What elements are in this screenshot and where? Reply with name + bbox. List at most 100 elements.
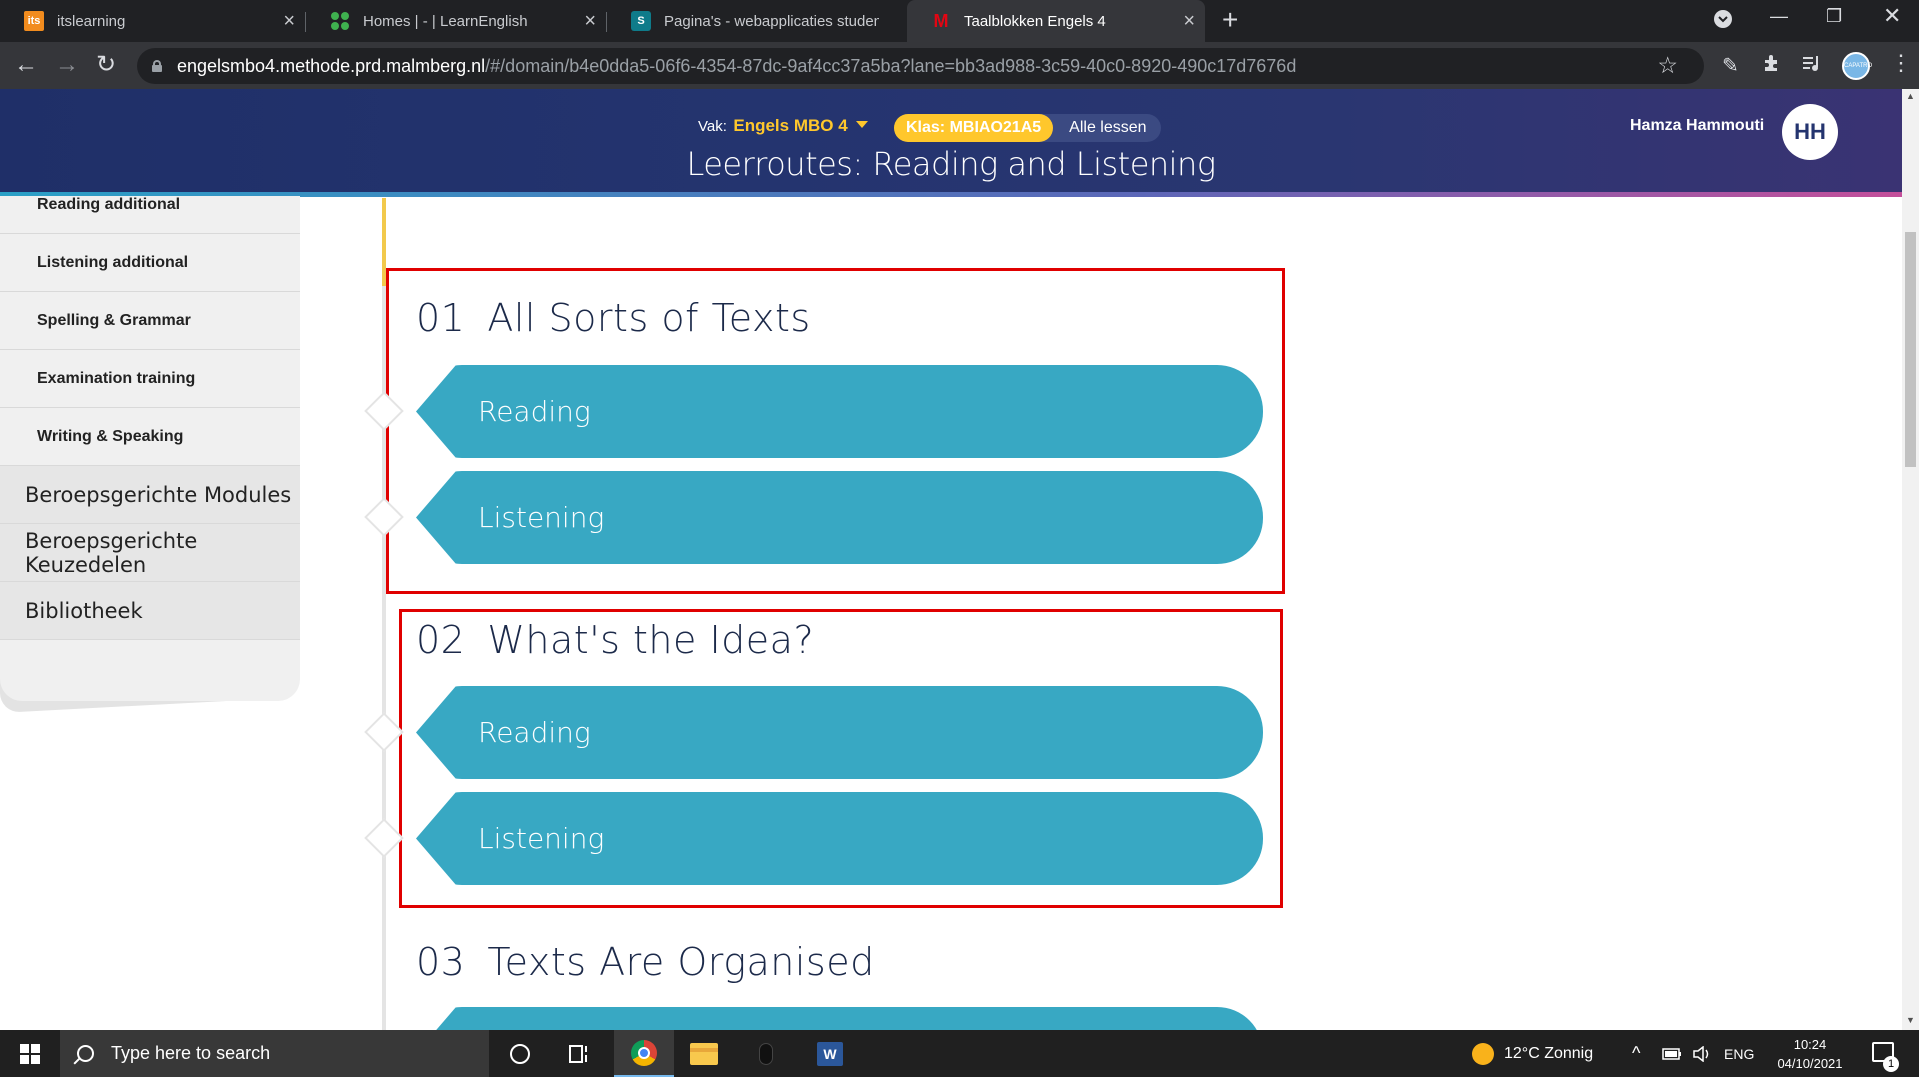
pill-label: Listening bbox=[478, 822, 605, 855]
sidebar-item-beroepsgerichte-keuzedelen[interactable]: Beroepsgerichte Keuzedelen bbox=[0, 524, 300, 582]
malmberg-icon: M bbox=[933, 10, 949, 31]
system-clock[interactable]: 10:24 04/10/2021 bbox=[1770, 1035, 1850, 1073]
browser-tab-learnenglish[interactable]: Homes | - | LearnEnglish × bbox=[306, 0, 606, 42]
lock-icon[interactable] bbox=[152, 60, 162, 72]
sharepoint-icon: S bbox=[631, 11, 651, 31]
sun-icon bbox=[1472, 1042, 1494, 1065]
clock-date: 04/10/2021 bbox=[1777, 1056, 1843, 1071]
forward-arrow-icon[interactable]: → bbox=[55, 51, 79, 79]
tab-title: Taalblokken Engels 4 bbox=[964, 12, 1106, 30]
word-icon: W bbox=[817, 1041, 843, 1066]
app-header: Vak: Engels MBO 4 Klas: MBIAO21A5 Alle l… bbox=[0, 89, 1902, 196]
browser-tab-sharepoint[interactable]: S Pagina's - webapplicaties student bbox=[607, 0, 907, 42]
taskbar-file-explorer[interactable] bbox=[674, 1030, 734, 1077]
pill-label: Listening bbox=[478, 501, 605, 534]
timeline-diamond bbox=[364, 818, 404, 858]
section-title: 01 All Sorts of Texts bbox=[416, 296, 811, 340]
sidebar-item-bibliotheek[interactable]: Bibliotheek bbox=[0, 582, 300, 640]
address-bar[interactable]: engelsmbo4.methode.prd.malmberg.nl /#/do… bbox=[137, 48, 1704, 84]
page-scrollbar[interactable] bbox=[1902, 89, 1919, 1030]
back-arrow-icon[interactable]: ← bbox=[14, 51, 38, 79]
scrollbar-thumb[interactable] bbox=[1905, 232, 1916, 467]
puzzle-extensions-icon[interactable] bbox=[1762, 53, 1782, 79]
lesson-pill-listening[interactable]: Listening bbox=[416, 471, 1263, 564]
edit-extension-icon[interactable]: ✎ bbox=[1722, 53, 1739, 78]
weather-text: 12°C Zonnig bbox=[1504, 1044, 1594, 1062]
language-indicator[interactable]: ENG bbox=[1724, 1030, 1754, 1077]
cortana-button[interactable] bbox=[490, 1030, 550, 1077]
pill-label: Reading bbox=[478, 716, 591, 749]
minimize-window-button[interactable]: — bbox=[1770, 6, 1788, 27]
sidebar-item-examination-training[interactable]: Examination training bbox=[0, 350, 300, 408]
sidebar: Reading additional Listening additional … bbox=[0, 196, 300, 701]
taskbar-word[interactable]: W bbox=[800, 1030, 860, 1077]
sidebar-item-beroepsgerichte-modules[interactable]: Beroepsgerichte Modules bbox=[0, 466, 300, 524]
tab-title: Pagina's - webapplicaties student bbox=[664, 12, 879, 30]
browser-tab-strip: its itslearning × Homes | - | LearnEngli… bbox=[0, 0, 1919, 42]
user-name[interactable]: Hamza Hammouti bbox=[1630, 117, 1764, 135]
klas-button[interactable]: Klas: MBIAO21A5 bbox=[894, 114, 1054, 142]
task-view-button[interactable] bbox=[550, 1030, 610, 1077]
alle-lessen-button[interactable]: Alle lessen bbox=[1053, 119, 1160, 137]
url-path: /#/domain/b4e0dda5-06f6-4354-87dc-9af4cc… bbox=[485, 55, 1297, 76]
sidebar-item-spelling-grammar[interactable]: Spelling & Grammar bbox=[0, 292, 300, 350]
tab-title: itslearning bbox=[57, 12, 126, 30]
new-tab-button[interactable]: + bbox=[1222, 6, 1238, 34]
pill-label: Reading bbox=[478, 395, 591, 428]
microphone-app-icon bbox=[759, 1042, 773, 1065]
vak-label: Vak: bbox=[698, 118, 727, 135]
start-button[interactable] bbox=[0, 1030, 60, 1077]
browser-tab-taalblokken[interactable]: M Taalblokken Engels 4 × bbox=[907, 0, 1205, 42]
taskbar-chrome[interactable] bbox=[614, 1030, 674, 1077]
chevron-up-icon[interactable]: ^ bbox=[1632, 1030, 1640, 1077]
windows-logo-icon bbox=[20, 1043, 40, 1064]
close-tab-icon[interactable]: × bbox=[584, 11, 596, 31]
cortana-icon bbox=[510, 1043, 530, 1064]
section-number: 01 bbox=[416, 296, 466, 340]
browser-toolbar: ← → ↻ engelsmbo4.methode.prd.malmberg.nl… bbox=[0, 42, 1919, 89]
lesson-pill-reading[interactable]: Reading bbox=[416, 365, 1263, 458]
search-icon bbox=[77, 1045, 94, 1062]
lesson-pill-reading[interactable]: Reading bbox=[416, 686, 1263, 779]
chevron-down-icon bbox=[855, 121, 868, 128]
section-title: 02 What's the Idea? bbox=[416, 618, 814, 662]
profile-avatar[interactable]: CAPATRO bbox=[1842, 52, 1872, 80]
battery-icon[interactable] bbox=[1662, 1030, 1682, 1077]
user-avatar[interactable]: HH bbox=[1782, 104, 1838, 160]
volume-icon[interactable] bbox=[1692, 1030, 1712, 1077]
close-tab-icon[interactable]: × bbox=[283, 11, 295, 31]
taskbar-app[interactable] bbox=[736, 1030, 796, 1077]
notification-badge: 1 bbox=[1883, 1056, 1899, 1072]
folder-icon bbox=[690, 1042, 718, 1065]
klas-label: Klas: bbox=[906, 119, 946, 136]
weather-widget[interactable]: 12°C Zonnig bbox=[1472, 1030, 1593, 1077]
close-tab-icon[interactable]: × bbox=[1183, 11, 1195, 31]
scroll-up-icon[interactable]: ▲ bbox=[1905, 91, 1916, 101]
browser-tab-itslearning[interactable]: its itslearning × bbox=[0, 0, 305, 42]
sidebar-item-writing-speaking[interactable]: Writing & Speaking bbox=[0, 408, 300, 466]
vak-selector[interactable]: Vak: Engels MBO 4 bbox=[698, 116, 868, 136]
close-window-button[interactable]: ✕ bbox=[1883, 3, 1901, 29]
section-title-text: What's the Idea? bbox=[487, 618, 815, 662]
chrome-icon bbox=[631, 1039, 657, 1066]
section-number: 03 bbox=[416, 940, 466, 984]
restore-window-button[interactable]: ❐ bbox=[1826, 6, 1842, 27]
bookmark-star-icon[interactable]: ☆ bbox=[1657, 52, 1678, 79]
vak-value: Engels MBO 4 bbox=[733, 116, 848, 135]
sidebar-item-reading-additional[interactable]: Reading additional bbox=[0, 196, 300, 234]
media-control-icon[interactable] bbox=[1801, 53, 1821, 79]
section-title-text: Texts Are Organised bbox=[487, 940, 875, 984]
reload-icon[interactable]: ↻ bbox=[96, 51, 116, 79]
scroll-down-icon[interactable]: ▼ bbox=[1905, 1015, 1916, 1025]
tab-search-icon[interactable] bbox=[1713, 9, 1733, 34]
sidebar-item-listening-additional[interactable]: Listening additional bbox=[0, 234, 300, 292]
timeline-diamond bbox=[364, 712, 404, 752]
clock-time: 10:24 bbox=[1793, 1037, 1827, 1052]
taskbar-search-box[interactable]: Type here to search bbox=[60, 1030, 489, 1077]
browser-menu-icon[interactable]: ⋮ bbox=[1890, 50, 1912, 76]
section-title: 03 Texts Are Organised bbox=[416, 940, 875, 984]
lesson-pill-listening[interactable]: Listening bbox=[416, 792, 1263, 885]
klas-switcher: Klas: MBIAO21A5 Alle lessen bbox=[894, 114, 1161, 142]
windows-taskbar: Type here to search W 12°C Zonnig ^ ENG … bbox=[0, 1030, 1919, 1077]
section-title-text: All Sorts of Texts bbox=[487, 296, 811, 340]
